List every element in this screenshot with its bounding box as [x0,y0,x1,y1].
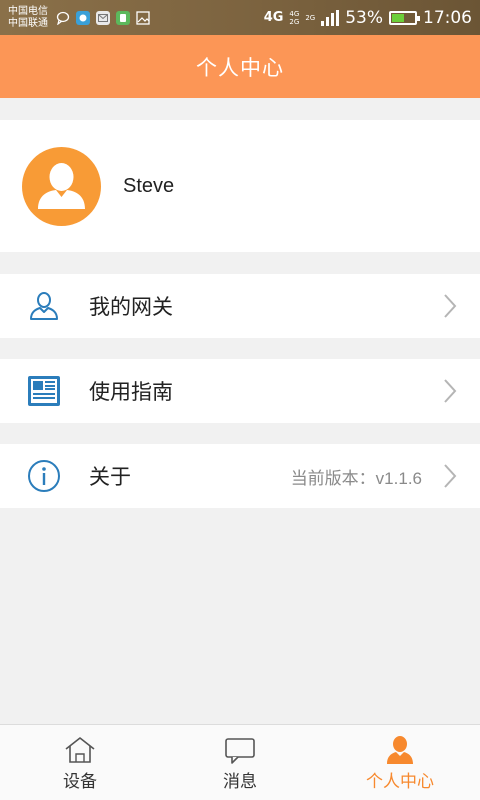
status-right: 4G 4G 2G 2G 53% 17:06 [264,8,480,28]
android-app-icon [116,10,130,25]
carrier-names: 中国电信 中国联通 [0,6,48,30]
menu-label-about: 关于 [89,465,131,489]
carrier-1: 中国电信 [8,5,48,17]
newspaper-icon [26,373,62,409]
chat-bubble-icon [56,11,70,25]
chevron-right-icon [440,463,460,489]
nav-label-profile: 个人中心 [366,772,434,792]
info-icon [26,458,62,494]
notification-icons [56,10,150,25]
menu-item-user-guide[interactable]: 使用指南 [0,359,480,423]
chevron-right-icon [440,293,460,319]
menu-item-about[interactable]: 关于 当前版本：v1.1.6 [0,444,480,508]
user-icon [383,735,417,765]
network-type-3: 2G [305,13,316,22]
bottom-nav: 设备 消息 个人中心 [0,724,480,800]
nav-label-devices: 设备 [63,772,97,792]
nav-item-messages[interactable]: 消息 [160,725,320,800]
battery-icon [389,10,420,25]
menu-label-user-guide: 使用指南 [89,380,173,404]
menu-label-my-gateway: 我的网关 [89,295,173,319]
carrier-2: 中国联通 [8,17,48,29]
nav-item-profile[interactable]: 个人中心 [320,725,480,800]
username: Steve [123,174,175,197]
profile-card[interactable]: Steve [0,120,480,252]
user-silhouette-icon [38,162,85,209]
person-outline-icon [26,288,62,324]
nav-label-messages: 消息 [223,772,257,792]
status-bar: 中国电信 中国联通 4G 4G 2G 2G 53% 17:06 [0,0,480,35]
mail-icon [96,10,110,25]
page-title: 个人中心 [196,55,284,80]
avatar[interactable] [22,146,101,226]
network-type-1: 4G [263,10,284,25]
clock: 17:06 [423,7,472,28]
battery-percent: 53% [345,7,383,28]
app-notification-icon [76,10,90,25]
image-icon [136,10,150,25]
message-icon [223,735,257,765]
signal-strength-icon [321,9,340,26]
app-header: 个人中心 [0,35,480,98]
app-version: 当前版本：v1.1.6 [290,468,422,488]
home-icon [63,735,97,765]
network-type-2: 4G 2G [289,9,300,26]
chevron-right-icon [440,378,460,404]
nav-item-devices[interactable]: 设备 [0,725,160,800]
menu-item-my-gateway[interactable]: 我的网关 [0,274,480,338]
